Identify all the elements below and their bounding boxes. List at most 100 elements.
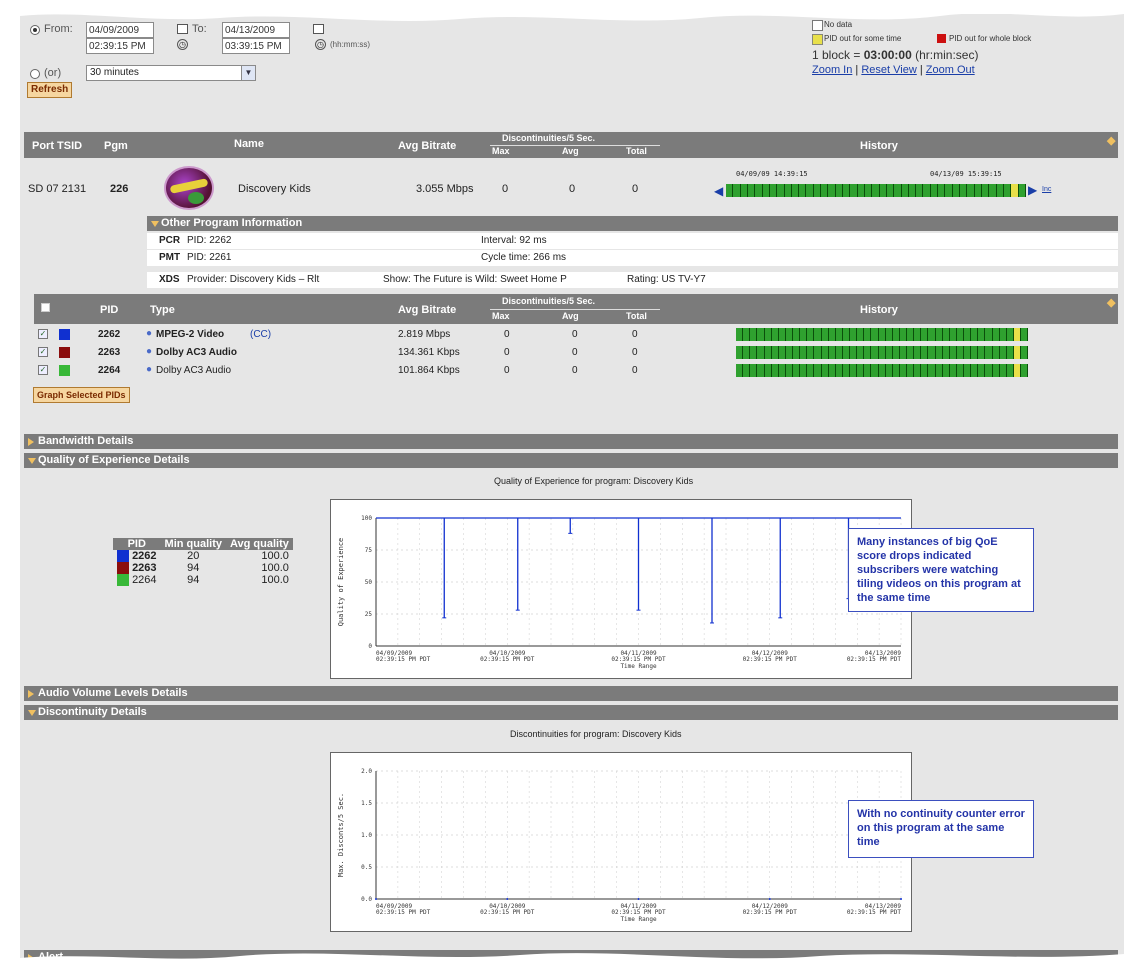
pid-type: MPEG-2 Video <box>156 329 225 340</box>
xds-show: Show: The Future is Wild: Sweet Home P <box>383 274 567 285</box>
refresh-button[interactable]: Refresh <box>27 82 73 98</box>
y-tick-label: 25 <box>365 611 373 618</box>
pid-total: 0 <box>632 365 638 376</box>
x-tick-label: 02:39:15 PM PDT <box>743 909 798 916</box>
qoe-details-header[interactable]: Quality of Experience Details <box>24 453 1118 468</box>
qoe-pid: 2262 <box>132 550 157 562</box>
pid-checkbox[interactable]: ✓ <box>38 329 48 339</box>
pid-checkbox[interactable]: ✓ <box>38 347 48 357</box>
xds-label: XDS <box>159 274 180 285</box>
pid-history-bar[interactable] <box>736 364 1029 377</box>
zoom-in-link[interactable]: Zoom In <box>812 64 852 76</box>
duration-select[interactable]: 30 minutes ▼ <box>86 65 256 81</box>
pid-color-swatch[interactable] <box>59 347 70 358</box>
pid-type: Dolby AC3 Audio <box>156 365 232 376</box>
pid-history-bar[interactable] <box>736 328 1029 341</box>
graph-selected-pids-button[interactable]: Graph Selected PIDs <box>33 387 130 403</box>
program-total: 0 <box>632 183 639 195</box>
alert-details-header[interactable]: Alert <box>24 950 1118 965</box>
cc-link[interactable]: (CC) <box>250 329 271 340</box>
qoe-pid: 2264 <box>132 574 157 587</box>
x-tick-label: 02:39:15 PM PDT <box>743 656 798 663</box>
x-tick-label: 02:39:15 PM PDT <box>480 909 535 916</box>
select-all-checkbox[interactable] <box>41 303 50 312</box>
y-tick-label: 50 <box>365 579 373 586</box>
col-total: Total <box>626 146 647 156</box>
legend-swatch-no-data <box>812 20 823 31</box>
disc-title: Discontinuity Details <box>38 706 147 718</box>
other-info-header[interactable]: Other Program Information <box>147 216 1118 231</box>
x-tick-label: 02:39:15 PM PDT <box>611 909 666 916</box>
legend-pid-out-some: PID out for some time <box>824 34 902 43</box>
qoe-chart[interactable]: 0 25 50 75 100 04/09/2009 02:39:15 PM PDT 04/10… <box>330 499 912 679</box>
audio-details-header[interactable]: Audio Volume Levels Details <box>24 686 1118 701</box>
pid-table-header: PID Type Avg Bitrate Discontinuities/5 S… <box>34 294 1118 324</box>
expand-icon <box>151 221 159 227</box>
discontinuity-details-header[interactable]: Discontinuity Details <box>24 705 1118 720</box>
x-tick-label: 02:39:15 PM PDT <box>611 656 666 663</box>
pid-row[interactable]: ✓ 2264 ● Dolby AC3 Audio 101.864 Kbps 0 … <box>34 362 1118 379</box>
pid-row[interactable]: ✓ 2263 ● Dolby AC3 Audio 134.361 Kbps 0 … <box>34 344 1118 361</box>
qoe-callout: Many instances of big QoE score drops in… <box>848 528 1034 612</box>
duration-value: 30 minutes <box>90 67 139 78</box>
qoe-chart-title: Quality of Experience for program: Disco… <box>494 476 694 486</box>
col-name: Name <box>234 138 264 150</box>
col-discontinuities: Discontinuities/5 Sec. <box>502 133 596 143</box>
pcr-value: PID: 2262 <box>187 235 232 246</box>
y-tick-label: 75 <box>365 547 373 554</box>
clock-icon[interactable]: ◷ <box>177 39 188 50</box>
disc-chart[interactable]: 0.0 0.5 1.0 1.5 2.0 04/09/2009 02:39:15 PM PDT… <box>330 752 912 932</box>
pid-number: 2262 <box>98 329 121 340</box>
collapse-icon <box>28 710 36 716</box>
radio-duration[interactable] <box>30 69 40 79</box>
discovery-kids-logo <box>164 166 214 210</box>
arrow-left-icon[interactable]: ◀ <box>714 184 723 198</box>
program-row[interactable]: SD 07 2131 226 Discovery Kids 3.055 Mbps… <box>24 160 1118 210</box>
from-time-input[interactable] <box>86 38 154 54</box>
pid-color-swatch <box>117 550 129 563</box>
info-icon[interactable]: ● <box>146 328 152 339</box>
block-prefix: 1 block = <box>812 48 861 62</box>
calendar-icon[interactable] <box>177 24 188 34</box>
more-link[interactable]: Inc <box>1042 186 1051 193</box>
col-pid: PID <box>100 304 119 316</box>
to-label: To: <box>192 23 207 35</box>
pid-color-swatch[interactable] <box>59 329 70 340</box>
x-tick-label: 02:39:15 PM PDT <box>480 656 535 663</box>
qoe-min: 20 <box>187 550 200 563</box>
info-icon[interactable]: ● <box>146 364 152 375</box>
to-date-input[interactable] <box>222 22 290 38</box>
pid-color-swatch[interactable] <box>59 365 70 376</box>
pin-icon[interactable]: ◆ <box>1107 296 1115 309</box>
zoom-out-link[interactable]: Zoom Out <box>926 64 975 76</box>
y-axis-label: Max. Disconts/5 Sec. <box>337 793 345 877</box>
qoe-col-pid: PID <box>127 538 146 550</box>
bandwidth-details-header[interactable]: Bandwidth Details <box>24 434 1118 449</box>
reset-view-link[interactable]: Reset View <box>861 64 916 76</box>
pid-row[interactable]: ✓ 2262 ● MPEG-2 Video (CC) 2.819 Mbps 0 … <box>34 326 1118 343</box>
pid-avg: 0 <box>572 347 578 358</box>
pid-history-bar[interactable] <box>736 346 1029 359</box>
disc-point <box>900 898 902 900</box>
to-time-input[interactable] <box>222 38 290 54</box>
pin-icon[interactable]: ◆ <box>1107 134 1115 147</box>
pid-max: 0 <box>504 347 510 358</box>
from-date-input[interactable] <box>86 22 154 38</box>
info-icon[interactable]: ● <box>146 346 152 357</box>
y-tick-label: 2.0 <box>361 768 372 775</box>
arrow-right-icon[interactable]: ▶ <box>1028 183 1037 197</box>
clock-icon-to[interactable]: ◷ <box>315 39 326 50</box>
alert-title: Alert <box>38 951 64 963</box>
pid-checkbox[interactable]: ✓ <box>38 365 48 375</box>
pmt-label: PMT <box>159 252 181 263</box>
divider <box>490 309 660 310</box>
col-port-tsid: Port TSID <box>32 140 83 152</box>
disc-chart-svg: 0.00.51.01.52.004/09/200902:39:15 PM PDT… <box>337 768 902 923</box>
disc-point <box>637 898 640 900</box>
radio-date-range[interactable] <box>30 25 40 35</box>
pid-avg: 0 <box>572 329 578 340</box>
program-max: 0 <box>502 183 509 195</box>
program-history-bar[interactable] <box>726 184 1026 197</box>
bandwidth-title: Bandwidth Details <box>38 435 134 447</box>
calendar-icon-to[interactable] <box>313 24 324 34</box>
